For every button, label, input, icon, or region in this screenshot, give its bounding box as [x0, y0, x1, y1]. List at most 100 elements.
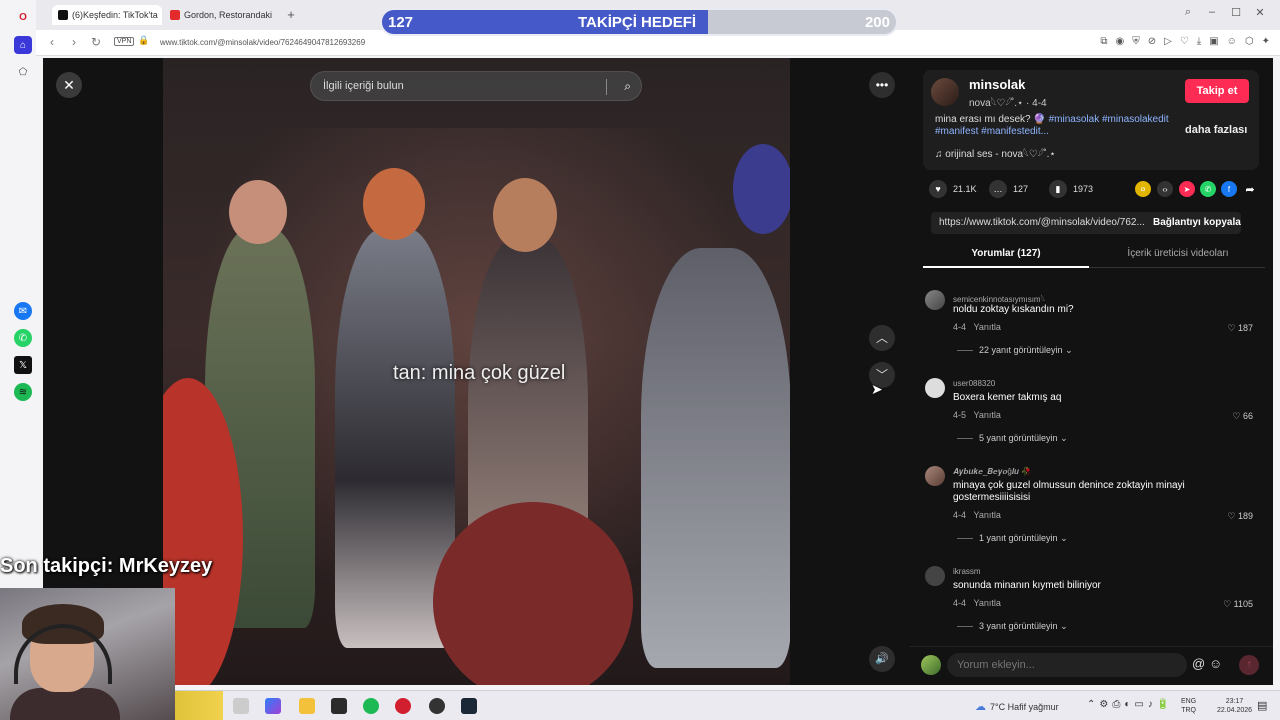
music-label[interactable]: ♫ orijinal ses - nova𓆩♡𓆪˚.⋆: [935, 145, 1056, 161]
comment-avatar[interactable]: [925, 378, 945, 398]
reply-button[interactable]: Yanıtla: [974, 510, 1001, 520]
search-input[interactable]: İlgili içeriği bulun: [323, 80, 404, 92]
facebook-icon[interactable]: f: [1221, 181, 1237, 197]
coin-icon[interactable]: ¤: [1135, 181, 1151, 197]
volume-button[interactable]: 🔊: [869, 646, 895, 672]
screen: (6)Keşfedin: TikTok'ta Gordon, Restorand…: [0, 0, 1280, 720]
comment-count: 127: [1013, 184, 1029, 194]
mention-icon[interactable]: @: [1192, 656, 1205, 671]
opera-logo-icon[interactable]: O: [14, 8, 32, 26]
comment-username[interactable]: semicenkinnotasıymısım𓆩: [953, 291, 1045, 305]
play-icon[interactable]: ▷: [1164, 36, 1172, 47]
whatsapp-icon[interactable]: ✆: [14, 329, 32, 347]
tab-creator-videos[interactable]: İçerik üreticisi videoları: [1095, 248, 1261, 259]
copilot-icon[interactable]: [265, 698, 281, 714]
comment-avatar[interactable]: [925, 566, 945, 586]
file-explorer-icon[interactable]: [299, 698, 315, 714]
comment-item: user088320 Boxera kemer takmış aq 4-5 Ya…: [923, 372, 1265, 452]
forward-icon[interactable]: ›: [66, 35, 82, 49]
tab-comments[interactable]: Yorumlar (127): [923, 248, 1089, 259]
new-tab-button[interactable]: +: [284, 7, 298, 22]
comment-like[interactable]: ♡ 187: [1227, 323, 1253, 334]
view-replies-button[interactable]: 5 yanıt görüntüleyin ⌄: [957, 433, 1068, 444]
show-more-button[interactable]: daha fazlası: [1185, 124, 1247, 136]
embed-icon[interactable]: ‹›: [1157, 181, 1173, 197]
like-count: 21.1K: [953, 184, 977, 194]
system-tray[interactable]: ⌃⚙⎙◐▭♪🔋: [1087, 699, 1173, 710]
weather-widget[interactable]: ☁ 7°C Hafif yağmur: [975, 700, 1059, 713]
comment-like[interactable]: ♡ 189: [1227, 511, 1253, 522]
more-options-button[interactable]: •••: [869, 72, 895, 98]
reply-button[interactable]: Yanıtla: [974, 410, 1001, 420]
close-window-icon[interactable]: ✕: [1252, 6, 1268, 19]
close-video-button[interactable]: ✕: [56, 72, 82, 98]
webcam-feed: [0, 588, 175, 720]
notification-icon[interactable]: ▤: [1257, 699, 1267, 712]
view-replies-button[interactable]: 3 yanıt görüntüleyin ⌄: [957, 621, 1068, 632]
spotify-taskbar-icon[interactable]: [363, 698, 379, 714]
steam-icon[interactable]: [461, 698, 477, 714]
cube-icon[interactable]: ⬡: [1245, 36, 1254, 47]
profile-icon[interactable]: ☺: [1227, 36, 1237, 47]
comment-like[interactable]: ♡ 1105: [1223, 599, 1253, 610]
comment-action[interactable]: … 127: [989, 180, 1028, 198]
reply-button[interactable]: Yanıtla: [974, 598, 1001, 608]
spotify-icon[interactable]: ≋: [14, 383, 32, 401]
obs-icon[interactable]: [429, 698, 445, 714]
related-search-bar[interactable]: İlgili içeriği bulun ⌕: [310, 71, 642, 101]
comment-avatar[interactable]: [925, 290, 945, 310]
home-icon[interactable]: ⌂: [14, 36, 32, 54]
download-icon[interactable]: ⤓: [1197, 36, 1201, 47]
like-action[interactable]: ♥ 21.1K: [929, 180, 977, 198]
adblock-icon[interactable]: ⊘: [1148, 36, 1156, 47]
view-replies-button[interactable]: 22 yanıt görüntüleyin ⌄: [957, 345, 1073, 356]
start-widget-button[interactable]: [175, 691, 223, 720]
copy-link-button[interactable]: Bağlantıyı kopyala: [1153, 217, 1241, 228]
emoji-icon[interactable]: ☺: [1209, 656, 1222, 671]
wallet-icon[interactable]: ▣: [1209, 36, 1218, 47]
search-tabs-icon[interactable]: ⌕: [1180, 6, 1196, 19]
task-view-icon[interactable]: [233, 698, 249, 714]
opera-taskbar-icon[interactable]: [395, 698, 411, 714]
messenger-icon[interactable]: ✉: [14, 302, 32, 320]
back-icon[interactable]: ‹: [44, 35, 60, 49]
comment-like[interactable]: ♡ 66: [1232, 411, 1253, 422]
store-icon[interactable]: [331, 698, 347, 714]
comment-username[interactable]: ikrassm: [953, 567, 981, 576]
whatsapp-share-icon[interactable]: ✆: [1200, 181, 1216, 197]
ai-icon[interactable]: ✦: [1262, 36, 1270, 47]
tab-tiktok[interactable]: (6)Keşfedin: TikTok'ta: [52, 5, 162, 25]
pin-icon[interactable]: ⬠: [14, 63, 32, 81]
shield-icon[interactable]: ⛨: [1132, 36, 1140, 47]
view-replies-button[interactable]: 1 yanıt görüntüleyin ⌄: [957, 533, 1068, 544]
previous-video-button[interactable]: ︿: [869, 325, 895, 351]
camera-icon[interactable]: ◉: [1115, 36, 1124, 47]
minimize-icon[interactable]: –: [1204, 6, 1220, 18]
author-avatar[interactable]: [931, 78, 959, 106]
video-player[interactable]: tan: mina çok güzel: [163, 58, 790, 685]
comment-username[interactable]: user088320: [953, 379, 995, 388]
share-arrow-icon[interactable]: ➦: [1242, 181, 1258, 197]
reply-button[interactable]: Yanıtla: [974, 322, 1001, 332]
author-username[interactable]: minsolak: [969, 77, 1025, 92]
maximize-icon[interactable]: ☐: [1228, 6, 1244, 19]
x-twitter-icon[interactable]: 𝕏: [14, 356, 32, 374]
heart-icon[interactable]: ♡: [1180, 36, 1189, 47]
clock[interactable]: 23:17 22.04.2026: [1217, 697, 1252, 715]
send-comment-button[interactable]: ↑: [1239, 655, 1259, 675]
vpn-badge[interactable]: VPN: [114, 37, 135, 46]
reload-icon[interactable]: ↻: [88, 35, 104, 49]
language-indicator[interactable]: ENG TRQ: [1181, 697, 1196, 715]
tab-gordon[interactable]: Gordon, Restorandaki M...: [164, 5, 274, 25]
send-icon[interactable]: ➤: [1179, 181, 1195, 197]
search-icon[interactable]: ⌕: [624, 79, 631, 94]
active-tab-indicator: [923, 266, 1089, 268]
save-action[interactable]: ▮ 1973: [1049, 180, 1093, 198]
video-link-url[interactable]: https://www.tiktok.com/@minsolak/video/7…: [939, 217, 1149, 228]
comment-username[interactable]: 𝑨𝒚𝒃𝒖𝒌𝒆_𝑩𝒆𝒚𝒐ğ𝒍𝒖 🥀: [953, 467, 1031, 477]
follow-button[interactable]: Takip et: [1185, 79, 1249, 103]
screenshot-icon[interactable]: ⧉: [1100, 36, 1107, 47]
comment-input[interactable]: [947, 653, 1187, 677]
comment-avatar[interactable]: [925, 466, 945, 486]
url-field[interactable]: www.tiktok.com/@minsolak/video/762464904…: [160, 38, 365, 47]
